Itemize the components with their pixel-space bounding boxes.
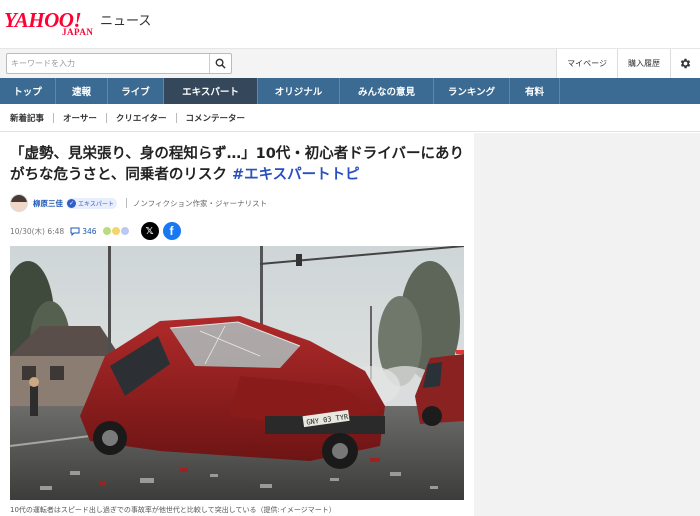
nav-item-ranking[interactable]: ランキング bbox=[434, 78, 510, 104]
author-avatar[interactable] bbox=[10, 194, 28, 212]
search-input[interactable] bbox=[7, 54, 207, 73]
publish-date: 10/30(木) 6:48 bbox=[10, 226, 65, 236]
facebook-logo-icon: f bbox=[169, 224, 174, 238]
mypage-link[interactable]: マイページ bbox=[556, 49, 617, 78]
divider bbox=[125, 198, 127, 208]
author-row: 柳原三佳 ✓ エキスパート ノンフィクション作家・ジャーナリスト bbox=[10, 193, 464, 213]
purchase-history-link[interactable]: 購入履歴 bbox=[617, 49, 670, 78]
nav-item-original[interactable]: オリジナル bbox=[258, 78, 340, 104]
section-name[interactable]: ニュース bbox=[100, 10, 151, 29]
article: 「虚勢、見栄張り、身の程知らず…」10代・初心者ドライバーにありがちな危うさと、… bbox=[10, 133, 464, 515]
expert-badge-label: エキスパート bbox=[78, 200, 114, 208]
comment-count-link[interactable]: 346 bbox=[70, 226, 97, 236]
article-headline: 「虚勢、見栄張り、身の程知らず…」10代・初心者ドライバーにありがちな危うさと、… bbox=[10, 144, 464, 186]
main-nav: トップ 速報 ライブ エキスパート オリジナル みんなの意見 ランキング 有料 bbox=[0, 78, 700, 104]
subnav-new-articles[interactable]: 新着記事 bbox=[10, 112, 53, 124]
search-bar-row: マイページ 購入履歴 bbox=[0, 48, 700, 78]
nav-item-live[interactable]: ライブ bbox=[108, 78, 164, 104]
photo-caption: 10代の運転者はスピード出し過ぎでの事故率が他世代と比較して突出している（提供:… bbox=[10, 506, 336, 514]
search-icon bbox=[215, 58, 226, 69]
expert-badge: ✓ エキスパート bbox=[66, 197, 117, 209]
check-icon: ✓ bbox=[67, 198, 76, 208]
car-crash-image: GNY 03 TYR bbox=[10, 246, 464, 500]
sub-nav: 新着記事 オーサー クリエイター コメンテーター bbox=[0, 104, 700, 132]
reaction-face-icon bbox=[119, 226, 130, 236]
share-x-button[interactable]: 𝕏 bbox=[140, 222, 159, 240]
reaction-faces[interactable] bbox=[101, 226, 130, 236]
nav-item-expert[interactable]: エキスパート bbox=[164, 78, 258, 104]
subnav-creators[interactable]: クリエイター bbox=[107, 112, 176, 124]
nav-item-top[interactable]: トップ bbox=[0, 78, 56, 104]
author-name[interactable]: 柳原三佳 bbox=[33, 198, 63, 209]
author-title: ノンフィクション作家・ジャーナリスト bbox=[132, 198, 268, 208]
nav-item-paid[interactable]: 有料 bbox=[510, 78, 560, 104]
subnav-commentators[interactable]: コメンテーター bbox=[177, 112, 255, 124]
gear-icon bbox=[680, 58, 691, 69]
logo-japan: JAPAN bbox=[62, 27, 94, 37]
headline-hashtag[interactable]: #エキスパートトピ bbox=[232, 167, 360, 183]
meta-row: 10/30(木) 6:48 346 𝕏 f bbox=[10, 219, 464, 243]
sidebar bbox=[474, 133, 700, 516]
settings-button[interactable] bbox=[670, 49, 700, 78]
comment-icon bbox=[70, 227, 80, 236]
nav-item-opinions[interactable]: みんなの意見 bbox=[340, 78, 434, 104]
site-header: YAHOO! JAPAN ニュース bbox=[0, 0, 700, 48]
search-button[interactable] bbox=[209, 54, 231, 73]
subnav-authors[interactable]: オーサー bbox=[54, 112, 106, 124]
share-facebook-button[interactable]: f bbox=[162, 222, 181, 240]
account-links: マイページ 購入履歴 bbox=[556, 49, 700, 78]
comment-count: 346 bbox=[82, 226, 97, 236]
article-photo[interactable]: GNY 03 TYR bbox=[10, 246, 464, 500]
nav-item-breaking[interactable]: 速報 bbox=[56, 78, 108, 104]
x-logo-icon: 𝕏 bbox=[145, 225, 154, 237]
search-box bbox=[6, 53, 232, 74]
yahoo-japan-logo[interactable]: YAHOO! JAPAN bbox=[4, 8, 100, 38]
